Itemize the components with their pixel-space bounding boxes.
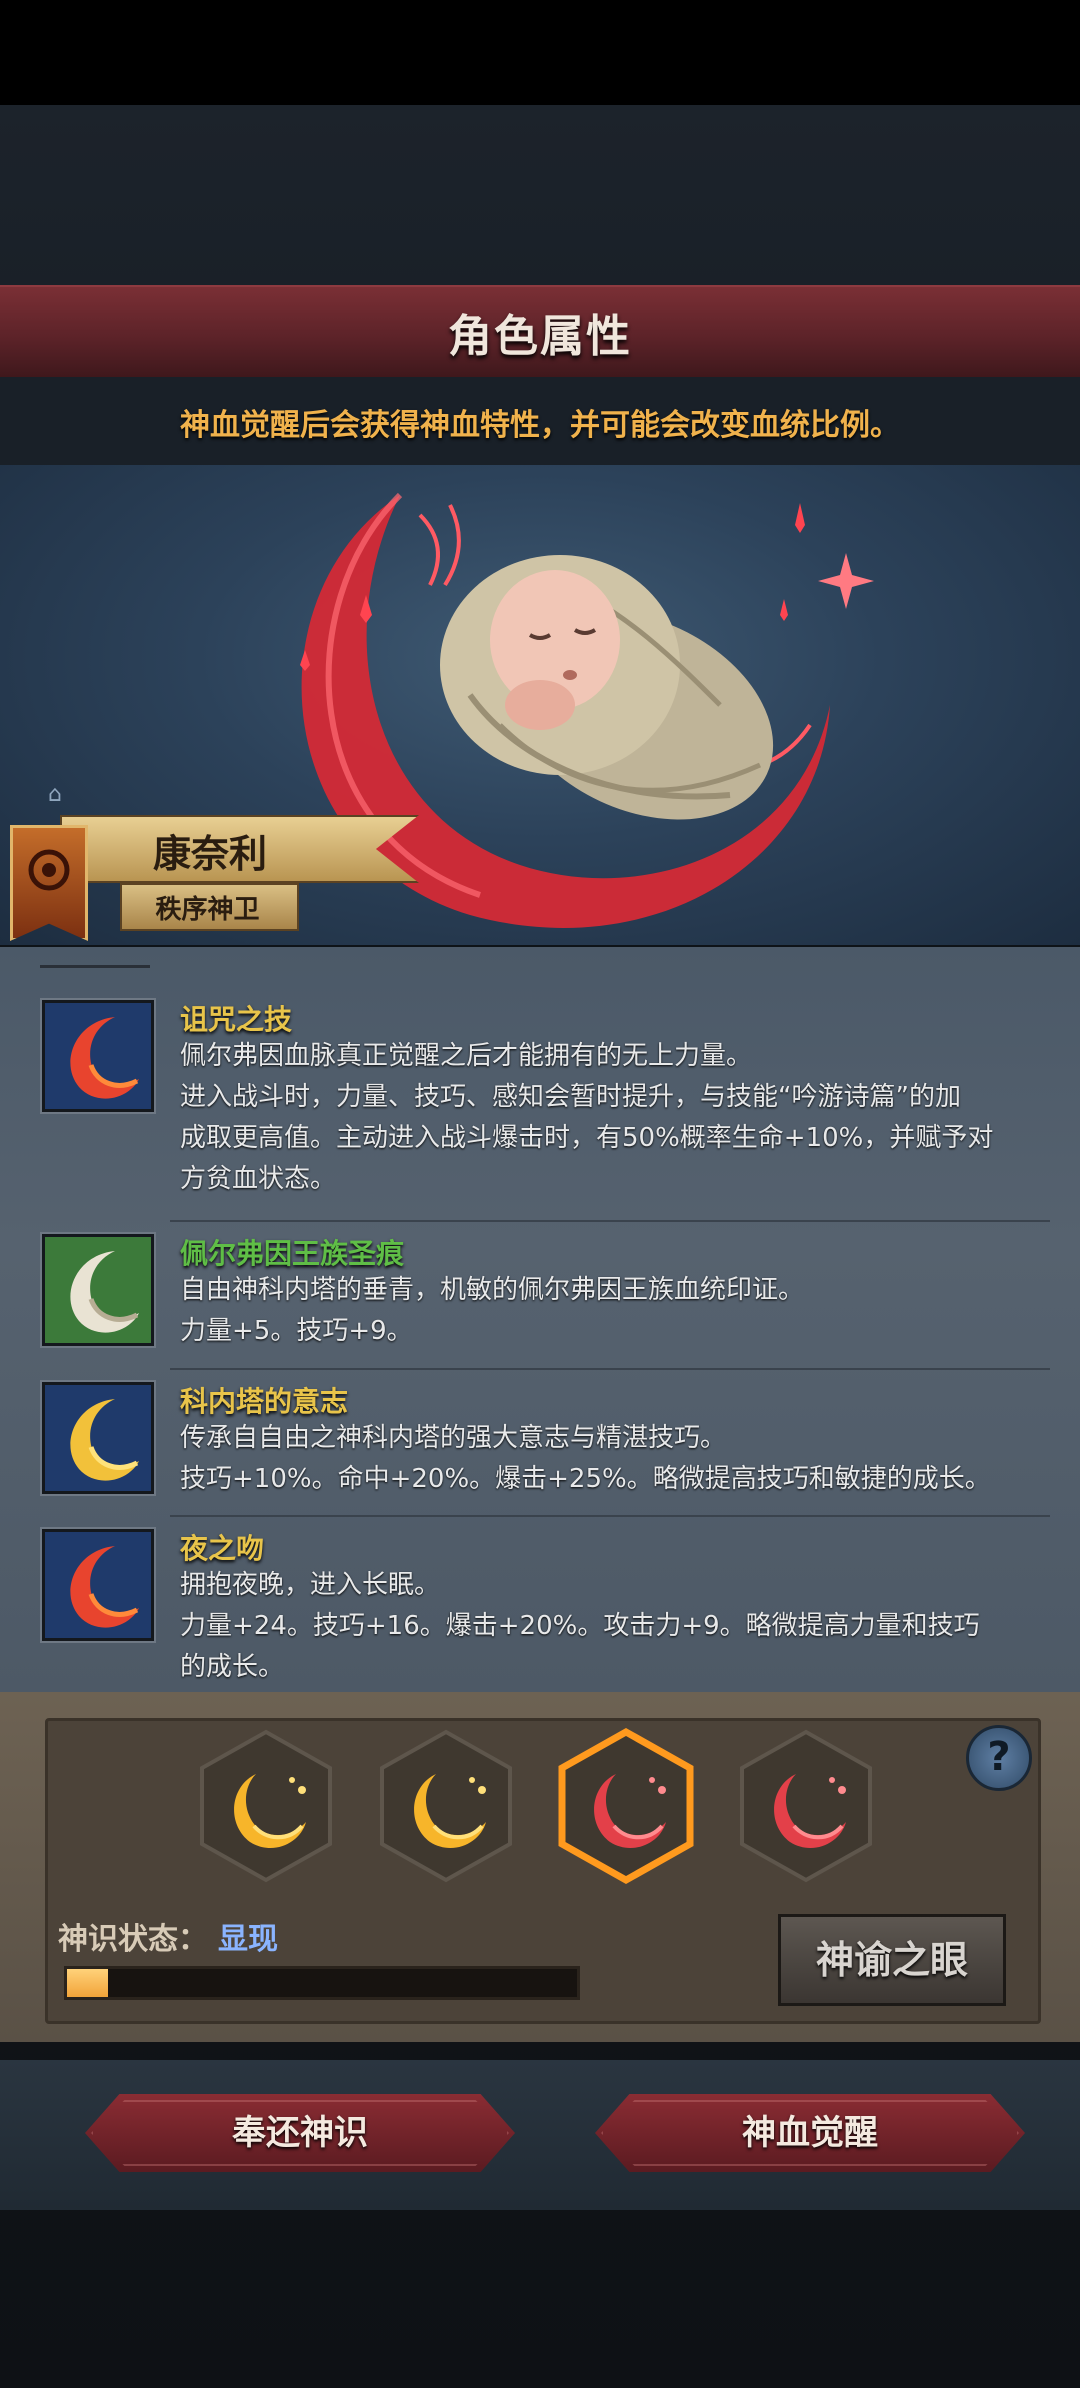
status-label: 神识状态：	[58, 1922, 208, 1957]
hint-text: 神血觉醒后会获得神血特性，并可能会改变血统比例。	[180, 408, 900, 443]
oracle-eye-button[interactable]: 神谕之眼	[778, 1914, 1006, 2006]
awakening-slot[interactable]	[196, 1728, 336, 1884]
awakening-progress-bar	[64, 1966, 580, 2000]
awakening-slot[interactable]	[556, 1727, 696, 1885]
character-title: 秩序神卫	[155, 895, 260, 925]
help-button[interactable]: ?	[966, 1725, 1032, 1791]
trait-description-line: 佩尔弗因血脉真正觉醒之后才能拥有的无上力量。	[180, 1041, 753, 1071]
blood-awaken-button[interactable]: 神血觉醒	[595, 2094, 1025, 2172]
trait-name: 科内塔的意志	[180, 1385, 349, 1418]
trait-description-line: 自由神科内塔的垂青，机敏的佩尔弗因王族血统印证。	[180, 1275, 805, 1305]
pin-icon: ⌂	[48, 782, 62, 807]
trait-description-line: 拥抱夜晚，进入长眠。	[180, 1570, 441, 1600]
screen: 角色属性 神血觉醒后会获得神血特性，并可能会改变血统比例。 ⌂ 康奈利 秩序神卫…	[0, 0, 1080, 2388]
trait-description-line: 的成长。	[180, 1652, 285, 1682]
trait-divider	[170, 1220, 1050, 1222]
name-plate: 康奈利 秩序神卫	[0, 815, 420, 941]
progress-fill	[67, 1969, 108, 1997]
red-crescent-icon	[42, 1529, 154, 1641]
trait-description-line: 方贫血状态。	[180, 1164, 337, 1194]
return-divinity-label: 奉还神识	[232, 2113, 368, 2153]
trait-description-line: 进入战斗时，力量、技巧、感知会暂时提升，与技能“吟游诗篇”的加	[180, 1082, 961, 1112]
help-icon: ?	[987, 1734, 1011, 1780]
trait-name: 诅咒之技	[180, 1003, 293, 1036]
trait-description-line: 力量+24。技巧+16。爆击+20%。攻击力+9。略微提高力量和技巧	[180, 1611, 980, 1641]
trait-description-line: 传承自自由之神科内塔的强大意志与精湛技巧。	[180, 1423, 727, 1453]
trait-divider	[170, 1515, 1050, 1517]
awakening-slot[interactable]	[376, 1728, 516, 1884]
gold-crescent-icon	[42, 1382, 154, 1494]
awakening-slot[interactable]	[736, 1728, 876, 1884]
status-value: 显现	[218, 1922, 278, 1957]
red-crescent-icon	[42, 1000, 154, 1112]
sparkle-icon	[818, 553, 874, 609]
blood-awaken-label: 神血觉醒	[742, 2113, 878, 2153]
trait-description-line: 力量+5。技巧+9。	[180, 1316, 413, 1346]
trait-name: 夜之吻	[180, 1532, 265, 1565]
page-title: 角色属性	[448, 311, 632, 362]
white-crescent-icon	[42, 1234, 154, 1346]
trait-name: 佩尔弗因王族圣痕	[180, 1237, 405, 1270]
trait-description-line: 技巧+10%。命中+20%。爆击+25%。略微提高技巧和敏捷的成长。	[180, 1464, 991, 1494]
faction-banner-icon	[10, 825, 88, 941]
trait-description-line: 成取更高值。主动进入战斗爆击时，有50%概率生命+10%，并赋予对	[180, 1123, 994, 1153]
trait-divider	[170, 1368, 1050, 1370]
character-name: 康奈利	[152, 832, 267, 876]
return-divinity-button[interactable]: 奉还神识	[85, 2094, 515, 2172]
status-bar-area	[0, 0, 1080, 105]
